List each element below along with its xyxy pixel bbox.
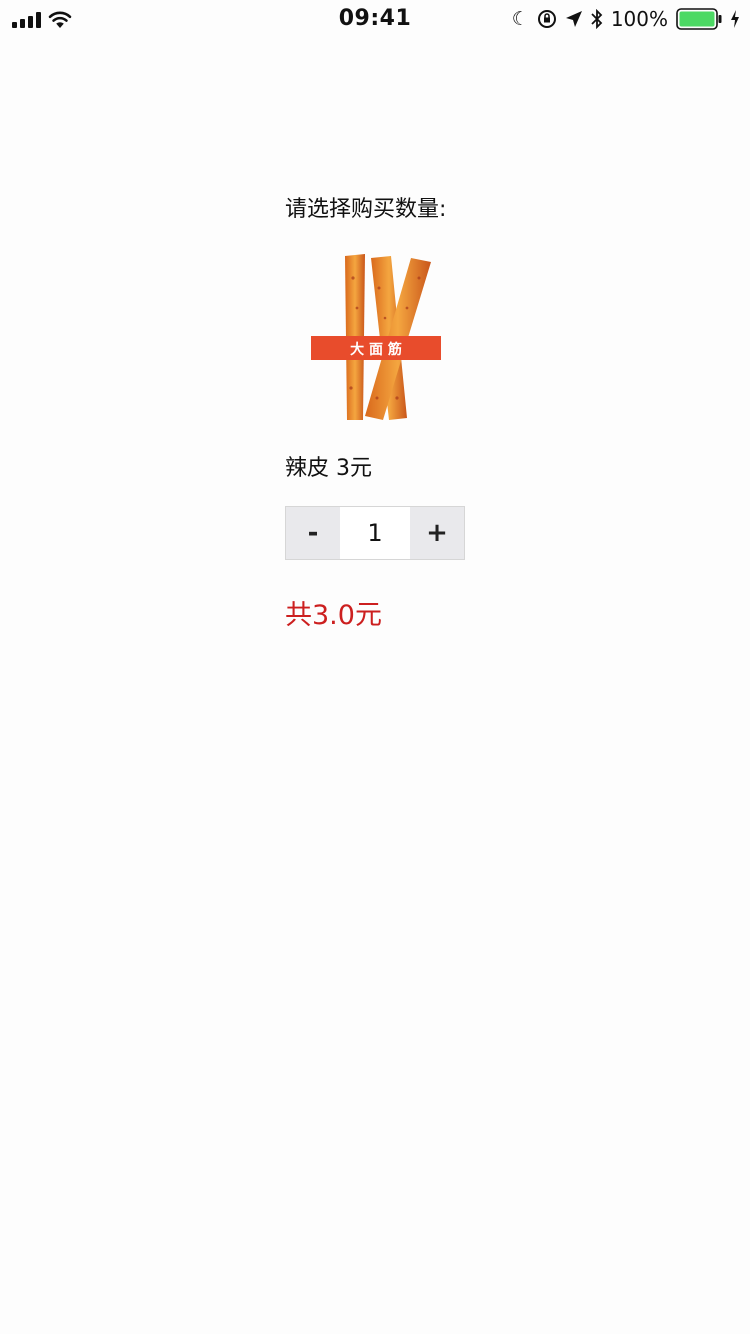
purchase-panel: 请选择购买数量: 大 面 筋 辣皮 3元 - 1 + 共3.0元 <box>285 192 545 636</box>
quantity-stepper: - 1 + <box>285 506 465 560</box>
increment-button[interactable]: + <box>410 507 464 559</box>
decrement-button[interactable]: - <box>286 507 340 559</box>
quantity-prompt: 请选择购买数量: <box>285 197 447 222</box>
battery-icon <box>676 8 722 30</box>
product-image: 大 面 筋 <box>311 254 441 420</box>
location-icon <box>565 11 582 27</box>
product-name-price: 辣皮 3元 <box>285 456 372 481</box>
status-right-group: ☾ 100% <box>512 6 740 32</box>
bluetooth-icon <box>591 9 603 29</box>
total-price: 共3.0元 <box>285 600 382 631</box>
quantity-value[interactable]: 1 <box>340 507 410 559</box>
orientation-lock-icon <box>537 10 556 28</box>
status-bar: 09:41 ☾ 100% <box>0 0 750 40</box>
product-banner-text: 大 面 筋 <box>350 341 402 358</box>
battery-percent: 100% <box>610 7 668 31</box>
charging-icon <box>731 10 739 28</box>
moon-icon: ☾ <box>511 8 529 30</box>
